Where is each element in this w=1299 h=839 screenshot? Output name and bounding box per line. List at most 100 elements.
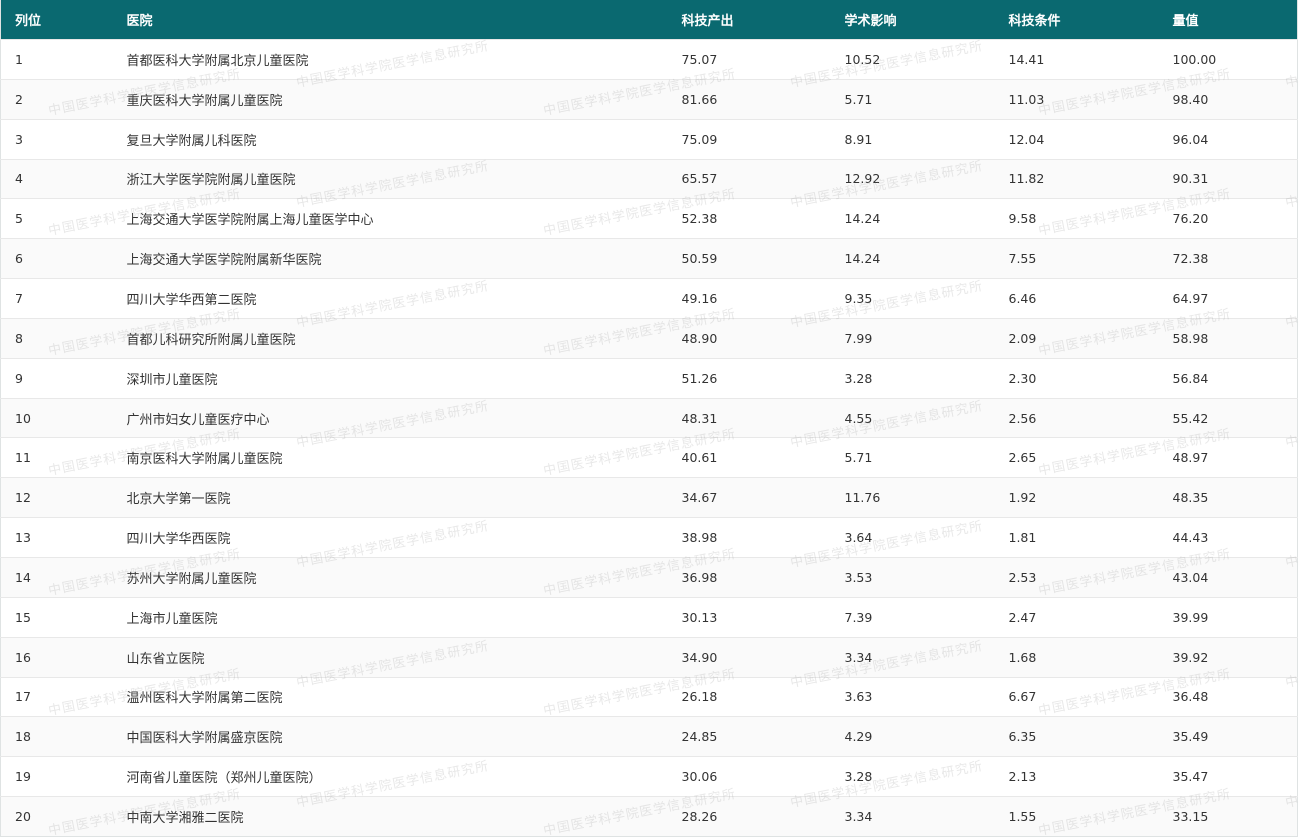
value-cell: 58.98 bbox=[1158, 317, 1298, 359]
tech-condition-cell: 7.55 bbox=[994, 238, 1159, 279]
header-hospital[interactable]: 医院 bbox=[113, 0, 668, 40]
rank-cell: 1 bbox=[0, 39, 113, 80]
hospital-cell: 四川大学华西医院 bbox=[112, 517, 668, 558]
tech-condition-cell: 2.65 bbox=[994, 437, 1159, 478]
academic-impact-cell: 7.99 bbox=[830, 317, 995, 359]
table-row[interactable]: 2 重庆医科大学附属儿童医院 81.66 5.71 11.03 98.40 bbox=[0, 78, 1298, 120]
rank-cell: 9 bbox=[0, 357, 113, 399]
tech-output-cell: 36.98 bbox=[667, 556, 831, 598]
academic-impact-cell: 10.52 bbox=[830, 39, 995, 80]
header-row: 列位 医院 科技产出 学术影响 科技条件 量值 bbox=[0, 0, 1298, 40]
value-cell: 90.31 bbox=[1158, 158, 1298, 199]
table-row[interactable]: 12 北京大学第一医院 34.67 11.76 1.92 48.35 bbox=[0, 477, 1298, 518]
hospital-cell: 浙江大学医学院附属儿童医院 bbox=[112, 158, 668, 199]
header-academic-impact[interactable]: 学术影响 bbox=[831, 0, 995, 40]
hospital-cell: 中国医科大学附属盛京医院 bbox=[112, 716, 668, 757]
academic-impact-cell: 3.64 bbox=[830, 517, 995, 558]
table-row[interactable]: 7 四川大学华西第二医院 49.16 9.35 6.46 64.97 bbox=[0, 278, 1298, 319]
rank-cell: 15 bbox=[0, 596, 113, 638]
value-cell: 39.99 bbox=[1158, 596, 1298, 638]
academic-impact-cell: 8.91 bbox=[830, 118, 995, 160]
rank-cell: 10 bbox=[0, 397, 113, 438]
header-tech-output[interactable]: 科技产出 bbox=[668, 0, 831, 40]
header-tech-condition[interactable]: 科技条件 bbox=[995, 0, 1159, 40]
tech-output-cell: 81.66 bbox=[667, 78, 831, 120]
rank-cell: 12 bbox=[0, 477, 113, 518]
hospital-cell: 首都医科大学附属北京儿童医院 bbox=[112, 39, 668, 80]
table-row[interactable]: 15 上海市儿童医院 30.13 7.39 2.47 39.99 bbox=[0, 596, 1298, 638]
tech-output-cell: 48.31 bbox=[667, 397, 831, 438]
rank-cell: 18 bbox=[0, 716, 113, 757]
table-body: 1 首都医科大学附属北京儿童医院 75.07 10.52 14.41 100.00 2 重庆医… bbox=[0, 39, 1298, 837]
value-cell: 39.92 bbox=[1158, 636, 1298, 677]
value-cell: 96.04 bbox=[1158, 118, 1298, 160]
ranking-page: 列位 医院 科技产出 学术影响 科技条件 量值 1 首都医科大学附属北京儿童医院 7… bbox=[0, 0, 1299, 839]
table-row[interactable]: 5 上海交通大学医学院附属上海儿童医学中心 52.38 14.24 9.58 76.20 bbox=[0, 198, 1298, 239]
tech-condition-cell: 2.56 bbox=[994, 397, 1159, 438]
rank-cell: 14 bbox=[0, 556, 113, 598]
academic-impact-cell: 5.71 bbox=[830, 437, 995, 478]
table-row[interactable]: 13 四川大学华西医院 38.98 3.64 1.81 44.43 bbox=[0, 517, 1298, 558]
tech-output-cell: 30.13 bbox=[667, 596, 831, 638]
tech-output-cell: 30.06 bbox=[667, 756, 831, 797]
tech-output-cell: 34.67 bbox=[667, 477, 831, 518]
table-row[interactable]: 1 首都医科大学附属北京儿童医院 75.07 10.52 14.41 100.00 bbox=[0, 39, 1298, 80]
tech-output-cell: 34.90 bbox=[667, 636, 831, 677]
rank-cell: 8 bbox=[0, 317, 113, 359]
hospital-cell: 河南省儿童医院（郑州儿童医院） bbox=[112, 756, 668, 797]
table-row[interactable]: 10 广州市妇女儿童医疗中心 48.31 4.55 2.56 55.42 bbox=[0, 397, 1298, 438]
table-row[interactable]: 9 深圳市儿童医院 51.26 3.28 2.30 56.84 bbox=[0, 357, 1298, 399]
academic-impact-cell: 3.28 bbox=[830, 756, 995, 797]
rank-cell: 13 bbox=[0, 517, 113, 558]
tech-condition-cell: 6.67 bbox=[994, 676, 1159, 717]
value-cell: 35.49 bbox=[1158, 716, 1298, 757]
table-row[interactable]: 16 山东省立医院 34.90 3.34 1.68 39.92 bbox=[0, 636, 1298, 677]
academic-impact-cell: 3.53 bbox=[830, 556, 995, 598]
tech-output-cell: 26.18 bbox=[667, 676, 831, 717]
header-value[interactable]: 量值 bbox=[1159, 0, 1298, 40]
tech-condition-cell: 6.46 bbox=[994, 278, 1159, 319]
hospital-cell: 深圳市儿童医院 bbox=[112, 357, 668, 399]
table-row[interactable]: 6 上海交通大学医学院附属新华医院 50.59 14.24 7.55 72.38 bbox=[0, 238, 1298, 279]
hospital-cell: 重庆医科大学附属儿童医院 bbox=[112, 78, 668, 120]
rank-cell: 7 bbox=[0, 278, 113, 319]
hospital-cell: 中南大学湘雅二医院 bbox=[112, 796, 668, 837]
table-row[interactable]: 4 浙江大学医学院附属儿童医院 65.57 12.92 11.82 90.31 bbox=[0, 158, 1298, 199]
tech-condition-cell: 14.41 bbox=[994, 39, 1159, 80]
table-row[interactable]: 8 首都儿科研究所附属儿童医院 48.90 7.99 2.09 58.98 bbox=[0, 317, 1298, 359]
table-row[interactable]: 11 南京医科大学附属儿童医院 40.61 5.71 2.65 48.97 bbox=[0, 437, 1298, 478]
academic-impact-cell: 14.24 bbox=[830, 238, 995, 279]
tech-condition-cell: 12.04 bbox=[994, 118, 1159, 160]
table-row[interactable]: 17 温州医科大学附属第二医院 26.18 3.63 6.67 36.48 bbox=[0, 676, 1298, 717]
academic-impact-cell: 4.29 bbox=[830, 716, 995, 757]
tech-condition-cell: 9.58 bbox=[994, 198, 1159, 239]
table-row[interactable]: 18 中国医科大学附属盛京医院 24.85 4.29 6.35 35.49 bbox=[0, 716, 1298, 757]
tech-condition-cell: 2.47 bbox=[994, 596, 1159, 638]
rank-cell: 2 bbox=[0, 78, 113, 120]
value-cell: 64.97 bbox=[1158, 278, 1298, 319]
table-row[interactable]: 20 中南大学湘雅二医院 28.26 3.34 1.55 33.15 bbox=[0, 796, 1298, 837]
tech-output-cell: 38.98 bbox=[667, 517, 831, 558]
academic-impact-cell: 9.35 bbox=[830, 278, 995, 319]
table-row[interactable]: 19 河南省儿童医院（郑州儿童医院） 30.06 3.28 2.13 35.47 bbox=[0, 756, 1298, 797]
value-cell: 44.43 bbox=[1158, 517, 1298, 558]
value-cell: 35.47 bbox=[1158, 756, 1298, 797]
table-row[interactable]: 3 复旦大学附属儿科医院 75.09 8.91 12.04 96.04 bbox=[0, 118, 1298, 160]
value-cell: 36.48 bbox=[1158, 676, 1298, 717]
table-row[interactable]: 14 苏州大学附属儿童医院 36.98 3.53 2.53 43.04 bbox=[0, 556, 1298, 598]
tech-output-cell: 75.07 bbox=[667, 39, 831, 80]
value-cell: 48.35 bbox=[1158, 477, 1298, 518]
rank-cell: 19 bbox=[0, 756, 113, 797]
tech-output-cell: 48.90 bbox=[667, 317, 831, 359]
academic-impact-cell: 3.34 bbox=[830, 636, 995, 677]
tech-condition-cell: 2.09 bbox=[994, 317, 1159, 359]
hospital-cell: 广州市妇女儿童医疗中心 bbox=[112, 397, 668, 438]
rank-cell: 11 bbox=[0, 437, 113, 478]
header-rank[interactable]: 列位 bbox=[1, 0, 113, 40]
hospital-cell: 上海交通大学医学院附属新华医院 bbox=[112, 238, 668, 279]
tech-output-cell: 24.85 bbox=[667, 716, 831, 757]
academic-impact-cell: 5.71 bbox=[830, 78, 995, 120]
value-cell: 33.15 bbox=[1158, 796, 1298, 837]
value-cell: 43.04 bbox=[1158, 556, 1298, 598]
hospital-cell: 复旦大学附属儿科医院 bbox=[112, 118, 668, 160]
